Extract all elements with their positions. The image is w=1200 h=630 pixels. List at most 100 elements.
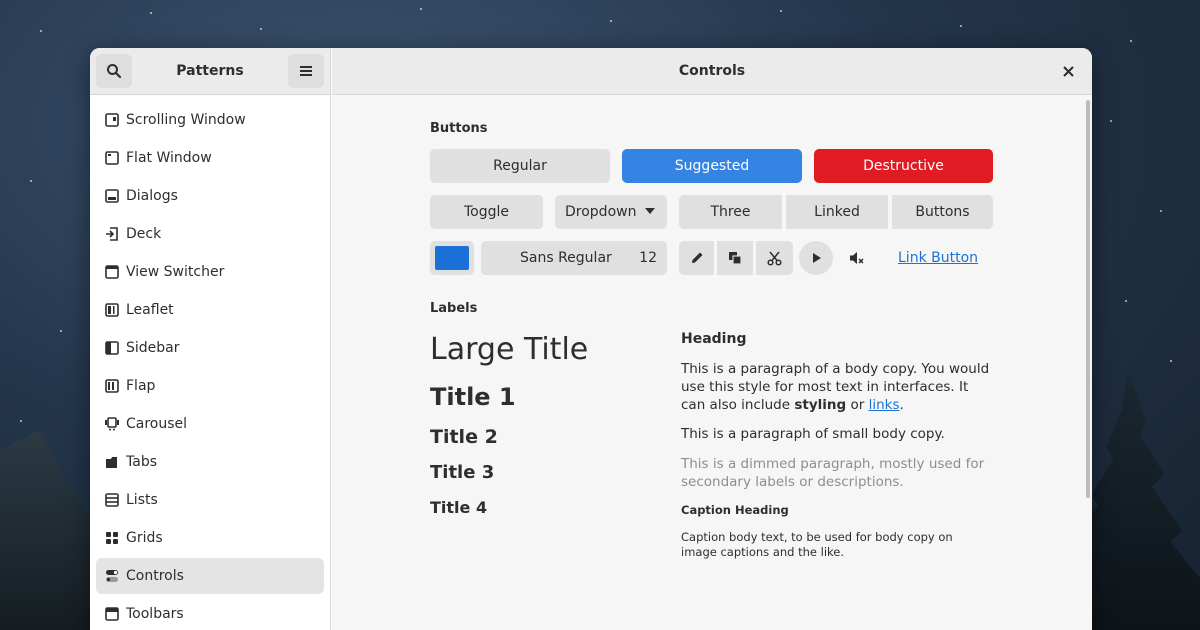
sidebar-item-dialogs[interactable]: Dialogs	[96, 178, 324, 214]
dimmed-paragraph: This is a dimmed paragraph, mostly used …	[681, 456, 985, 490]
color-swatch	[435, 246, 469, 270]
sidebar-item-leaflet[interactable]: Leaflet	[96, 292, 324, 328]
sidebar-list: Scrolling Window Flat Window Dialogs Dec…	[90, 95, 330, 630]
sidebar-item-label: Toolbars	[126, 606, 184, 622]
menu-button[interactable]	[287, 54, 324, 88]
content-pane: Controls Buttons Regular Suggested Destr…	[332, 48, 1092, 630]
body-text-end: .	[899, 397, 904, 413]
lists-icon	[104, 492, 120, 508]
scrolling-window-icon	[104, 112, 120, 128]
sidebar-item-label: View Switcher	[126, 264, 225, 280]
hamburger-icon	[299, 66, 312, 76]
sidebar: Patterns Scrolling Window Flat Window Di…	[90, 48, 331, 630]
cut-button[interactable]	[756, 241, 793, 275]
toolbars-icon	[104, 606, 120, 622]
body-link[interactable]: links	[869, 397, 900, 413]
tabs-icon	[104, 454, 120, 470]
volume-muted-icon	[850, 252, 864, 264]
font-name: Sans Regular	[520, 250, 612, 266]
app-window: Patterns Scrolling Window Flat Window Di…	[90, 48, 1092, 630]
title-2-label: Title 2	[430, 426, 498, 448]
close-button[interactable]	[1058, 61, 1078, 81]
sidebar-item-label: Lists	[126, 492, 158, 508]
destructive-button[interactable]: Destructive	[814, 149, 993, 183]
sidebar-item-flat-window[interactable]: Flat Window	[96, 140, 324, 176]
search-icon	[107, 64, 122, 79]
sidebar-header: Patterns	[90, 48, 330, 95]
page-title: Controls	[678, 63, 746, 79]
dropdown-label: Dropdown	[565, 204, 637, 220]
scissors-icon	[767, 251, 782, 266]
dropdown-button[interactable]: Dropdown	[555, 195, 667, 229]
sidebar-item-controls[interactable]: Controls	[96, 558, 324, 594]
font-size: 12	[639, 250, 657, 266]
linked-button-linked[interactable]: Linked	[786, 195, 888, 229]
controls-icon	[104, 568, 120, 584]
sidebar-item-label: Controls	[126, 568, 184, 584]
title-3-label: Title 3	[430, 462, 495, 483]
dropdown-arrow-icon	[645, 208, 655, 214]
scrollbar[interactable]	[1086, 100, 1090, 498]
sidebar-title: Patterns	[176, 63, 244, 79]
small-body-paragraph: This is a paragraph of small body copy.	[681, 426, 945, 442]
sidebar-item-tabs[interactable]: Tabs	[96, 444, 324, 480]
copy-icon	[729, 252, 742, 265]
body-bold-text: styling	[794, 397, 847, 413]
sidebar-item-label: Dialogs	[126, 188, 178, 204]
deck-icon	[104, 226, 120, 242]
linked-button-buttons[interactable]: Buttons	[892, 195, 993, 229]
sidebar-item-lists[interactable]: Lists	[96, 482, 324, 518]
title-4-label: Title 4	[430, 498, 488, 517]
sidebar-icon	[104, 340, 120, 356]
linked-button-three[interactable]: Three	[679, 195, 782, 229]
heading-label: Heading	[681, 331, 747, 347]
sidebar-item-grids[interactable]: Grids	[96, 520, 324, 556]
carousel-icon	[104, 416, 120, 432]
body-text-mid: or	[846, 397, 869, 413]
flat-window-icon	[104, 150, 120, 166]
sidebar-item-scrolling-window[interactable]: Scrolling Window	[96, 102, 324, 138]
link-button[interactable]: Link Button	[898, 250, 978, 266]
sidebar-item-label: Tabs	[126, 454, 157, 470]
caption-body-paragraph: Caption body text, to be used for body c…	[681, 530, 953, 559]
search-button[interactable]	[96, 54, 132, 88]
buttons-section-label: Buttons	[430, 121, 488, 136]
large-title-label: Large Title	[430, 332, 589, 367]
font-button[interactable]: Sans Regular 12	[481, 241, 667, 275]
mute-button[interactable]	[840, 241, 874, 275]
leaflet-icon	[104, 302, 120, 318]
sidebar-item-label: Flap	[126, 378, 156, 394]
suggested-button[interactable]: Suggested	[622, 149, 802, 183]
sidebar-item-flap[interactable]: Flap	[96, 368, 324, 404]
sidebar-item-toolbars[interactable]: Toolbars	[96, 596, 324, 630]
sidebar-item-sidebar[interactable]: Sidebar	[96, 330, 324, 366]
copy-button[interactable]	[717, 241, 753, 275]
view-switcher-icon	[104, 264, 120, 280]
sidebar-item-label: Leaflet	[126, 302, 174, 318]
grids-icon	[104, 530, 120, 546]
play-icon	[813, 253, 821, 263]
sidebar-item-label: Scrolling Window	[126, 112, 246, 128]
labels-section-label: Labels	[430, 301, 478, 316]
sidebar-item-view-switcher[interactable]: View Switcher	[96, 254, 324, 290]
color-button[interactable]	[430, 241, 474, 275]
edit-button[interactable]	[679, 241, 714, 275]
sidebar-item-deck[interactable]: Deck	[96, 216, 324, 252]
dialogs-icon	[104, 188, 120, 204]
sidebar-item-label: Deck	[126, 226, 162, 242]
content-header: Controls	[332, 48, 1092, 95]
sidebar-item-label: Flat Window	[126, 150, 212, 166]
sidebar-item-carousel[interactable]: Carousel	[96, 406, 324, 442]
body-paragraph: This is a paragraph of a body copy. You …	[681, 360, 991, 414]
toggle-button[interactable]: Toggle	[430, 195, 543, 229]
play-button[interactable]	[799, 241, 833, 275]
close-icon	[1062, 65, 1074, 77]
sidebar-item-label: Grids	[126, 530, 163, 546]
title-1-label: Title 1	[430, 383, 516, 411]
pencil-icon	[691, 252, 702, 263]
flap-icon	[104, 378, 120, 394]
regular-button[interactable]: Regular	[430, 149, 610, 183]
sidebar-item-label: Carousel	[126, 416, 188, 432]
caption-heading-label: Caption Heading	[681, 503, 789, 517]
sidebar-item-label: Sidebar	[126, 340, 180, 356]
